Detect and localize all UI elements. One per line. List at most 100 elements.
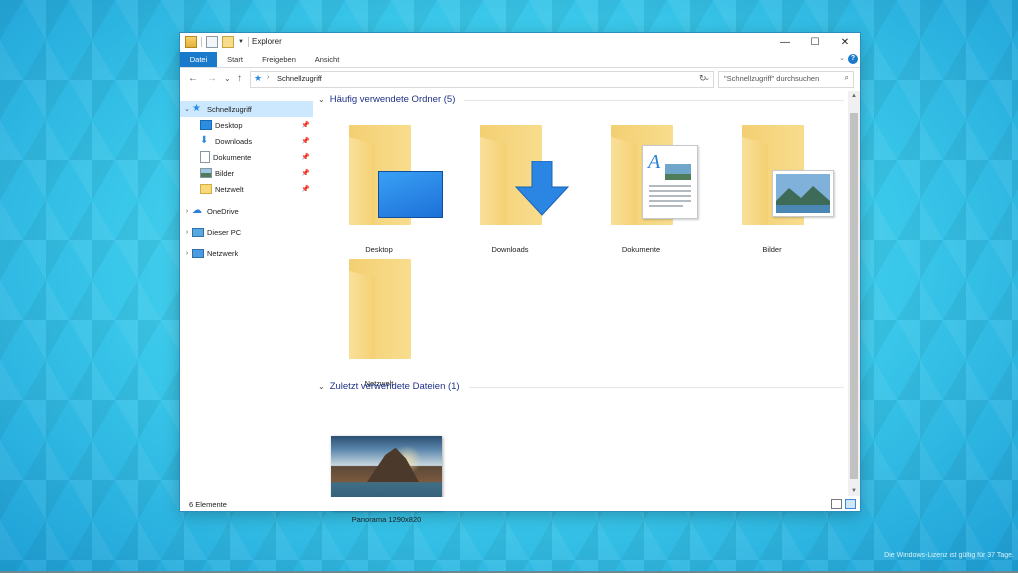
expand-chevron-icon[interactable]: ›	[182, 208, 192, 215]
divider	[469, 387, 844, 388]
details-view-icon[interactable]	[831, 499, 842, 509]
status-bar: 6 Elemente	[180, 497, 860, 511]
desktop-icon	[378, 171, 443, 218]
search-placeholder: "Schnellzugriff" durchsuchen	[724, 74, 820, 83]
tab-freigeben[interactable]: Freigeben	[254, 52, 304, 67]
divider	[464, 100, 844, 101]
group-title: Zuletzt verwendete Dateien (1)	[329, 381, 460, 392]
properties-icon[interactable]	[206, 36, 218, 48]
help-icon[interactable]: ?	[848, 54, 858, 64]
sidebar-item-netzwelt[interactable]: Netzwelt 📌	[200, 181, 314, 197]
desktop-icon	[200, 120, 212, 130]
sidebar-item-dieser-pc[interactable]: › Dieser PC	[182, 224, 314, 240]
folder-bilder[interactable]: Bilder	[717, 111, 834, 254]
navigation-pane: ⌄ ★ Schnellzugriff Desktop 📌 ⬇ Downloads…	[180, 101, 314, 496]
customize-toolbar-icon[interactable]: ▼	[238, 39, 244, 45]
expand-chevron-icon[interactable]: ›	[182, 229, 192, 236]
collapse-chevron-icon[interactable]: ⌄	[318, 95, 325, 104]
sidebar-item-schnellzugriff[interactable]: ⌄ ★ Schnellzugriff	[180, 101, 313, 117]
forward-button[interactable]: →	[207, 73, 217, 84]
close-button[interactable]: ✕	[830, 33, 860, 52]
back-button[interactable]: ←	[188, 73, 198, 84]
pin-icon: 📌	[301, 154, 310, 161]
collapse-chevron-icon[interactable]: ⌄	[182, 105, 192, 113]
folder-icon	[200, 184, 212, 194]
expand-ribbon-icon[interactable]: ⌄	[839, 54, 845, 62]
sidebar-item-netzwerk[interactable]: › Netzwerk	[182, 245, 314, 261]
documents-icon	[200, 151, 210, 163]
sidebar-item-label: Dieser PC	[207, 227, 242, 237]
folder-label: Downloads	[491, 245, 529, 254]
collapse-chevron-icon[interactable]: ⌄	[318, 382, 325, 391]
group-header-frequent-folders[interactable]: ⌄ Häufig verwendete Ordner (5)	[318, 94, 455, 105]
ribbon-tabs: Datei Start Freigeben Ansicht ⌄ ?	[180, 52, 860, 68]
divider	[201, 37, 202, 47]
pin-icon: 📌	[301, 138, 310, 145]
sidebar-item-bilder[interactable]: Bilder 📌	[200, 165, 314, 181]
onedrive-icon: ☁	[192, 205, 202, 216]
sidebar-item-label: Downloads	[215, 136, 253, 146]
folder-netzwelt[interactable]: Netzwelt	[324, 245, 434, 388]
tab-ansicht[interactable]: Ansicht	[306, 52, 348, 67]
sidebar-item-dokumente[interactable]: Dokumente 📌	[200, 149, 314, 165]
vertical-scrollbar[interactable]: ▲ ▼	[848, 91, 860, 496]
navigation-bar: ← → ⌄ ↑ ★ › Schnellzugriff ⌄ ↻ "Schnellz…	[180, 68, 860, 90]
download-icon: ⬇	[200, 135, 209, 146]
sidebar-item-downloads[interactable]: ⬇ Downloads 📌	[200, 133, 314, 149]
sidebar-item-desktop[interactable]: Desktop 📌	[200, 117, 314, 133]
sidebar-item-label: Bilder	[215, 168, 235, 178]
quick-access-toolbar: ▼	[185, 36, 249, 48]
file-view: ⌄ Häufig verwendete Ordner (5) Desktop D…	[314, 91, 848, 524]
scroll-up-icon[interactable]: ▲	[848, 93, 860, 99]
sidebar-item-label: OneDrive	[207, 206, 239, 216]
refresh-button[interactable]: ↻	[699, 73, 707, 84]
minimize-button[interactable]: —	[770, 33, 800, 52]
folder-desktop[interactable]: Desktop	[324, 111, 443, 254]
download-arrow-icon	[514, 161, 570, 216]
sidebar-item-label: Schnellzugriff	[207, 104, 252, 114]
large-icons-view-icon[interactable]	[845, 499, 856, 509]
item-count: 6 Elemente	[189, 500, 227, 509]
quick-access-icon: ★	[192, 103, 201, 114]
pin-icon: 📌	[301, 122, 310, 129]
network-icon	[192, 248, 204, 258]
new-folder-icon[interactable]	[222, 36, 234, 48]
file-label[interactable]: Panorama 1290x820	[331, 515, 442, 524]
pc-icon	[192, 227, 204, 237]
group-header-recent-files[interactable]: ⌄ Zuletzt verwendete Dateien (1)	[318, 381, 460, 392]
up-button[interactable]: ↑	[237, 73, 242, 84]
svg-text:A: A	[646, 151, 661, 173]
search-icon[interactable]: ⌕	[845, 73, 849, 83]
window-controls: — ☐ ✕	[770, 33, 860, 52]
app-icon[interactable]	[185, 36, 197, 48]
pictures-icon	[200, 168, 212, 178]
tab-datei[interactable]: Datei	[180, 52, 217, 67]
folder-label: Dokumente	[621, 245, 661, 254]
maximize-button[interactable]: ☐	[800, 33, 830, 52]
tab-start[interactable]: Start	[217, 52, 253, 67]
pin-icon: 📌	[301, 186, 310, 193]
document-icon: A	[642, 145, 698, 219]
sidebar-item-onedrive[interactable]: › ☁ OneDrive	[182, 203, 314, 219]
license-watermark: Die Windows-Lizenz ist gültig für 37 Tag…	[884, 552, 1014, 559]
explorer-window: ▼ Explorer — ☐ ✕ Datei Start Freigeben A…	[180, 33, 860, 524]
title-bar: ▼ Explorer — ☐ ✕	[180, 33, 860, 52]
divider	[247, 37, 249, 47]
sidebar-item-label: Desktop	[215, 120, 243, 130]
expand-chevron-icon[interactable]: ›	[182, 250, 192, 257]
picture-icon	[772, 170, 834, 217]
sidebar-item-label: Dokumente	[213, 152, 252, 162]
folder-dokumente[interactable]: A Dokumente	[586, 111, 698, 254]
folder-downloads[interactable]: Downloads	[455, 111, 570, 254]
search-box[interactable]: "Schnellzugriff" durchsuchen ⌕	[718, 71, 854, 88]
scroll-down-icon[interactable]: ▼	[848, 488, 860, 494]
recent-locations-button[interactable]: ⌄	[224, 74, 231, 83]
address-bar[interactable]: ★ › Schnellzugriff ⌄	[250, 71, 714, 88]
pin-icon: 📌	[301, 170, 310, 177]
scrollbar-thumb[interactable]	[850, 113, 858, 479]
breadcrumb-separator-icon[interactable]: ›	[267, 74, 269, 81]
breadcrumb-current[interactable]: Schnellzugriff	[277, 74, 322, 83]
window-title: Explorer	[252, 37, 282, 46]
group-title: Häufig verwendete Ordner (5)	[329, 94, 456, 105]
quick-access-star-icon: ★	[254, 73, 263, 83]
